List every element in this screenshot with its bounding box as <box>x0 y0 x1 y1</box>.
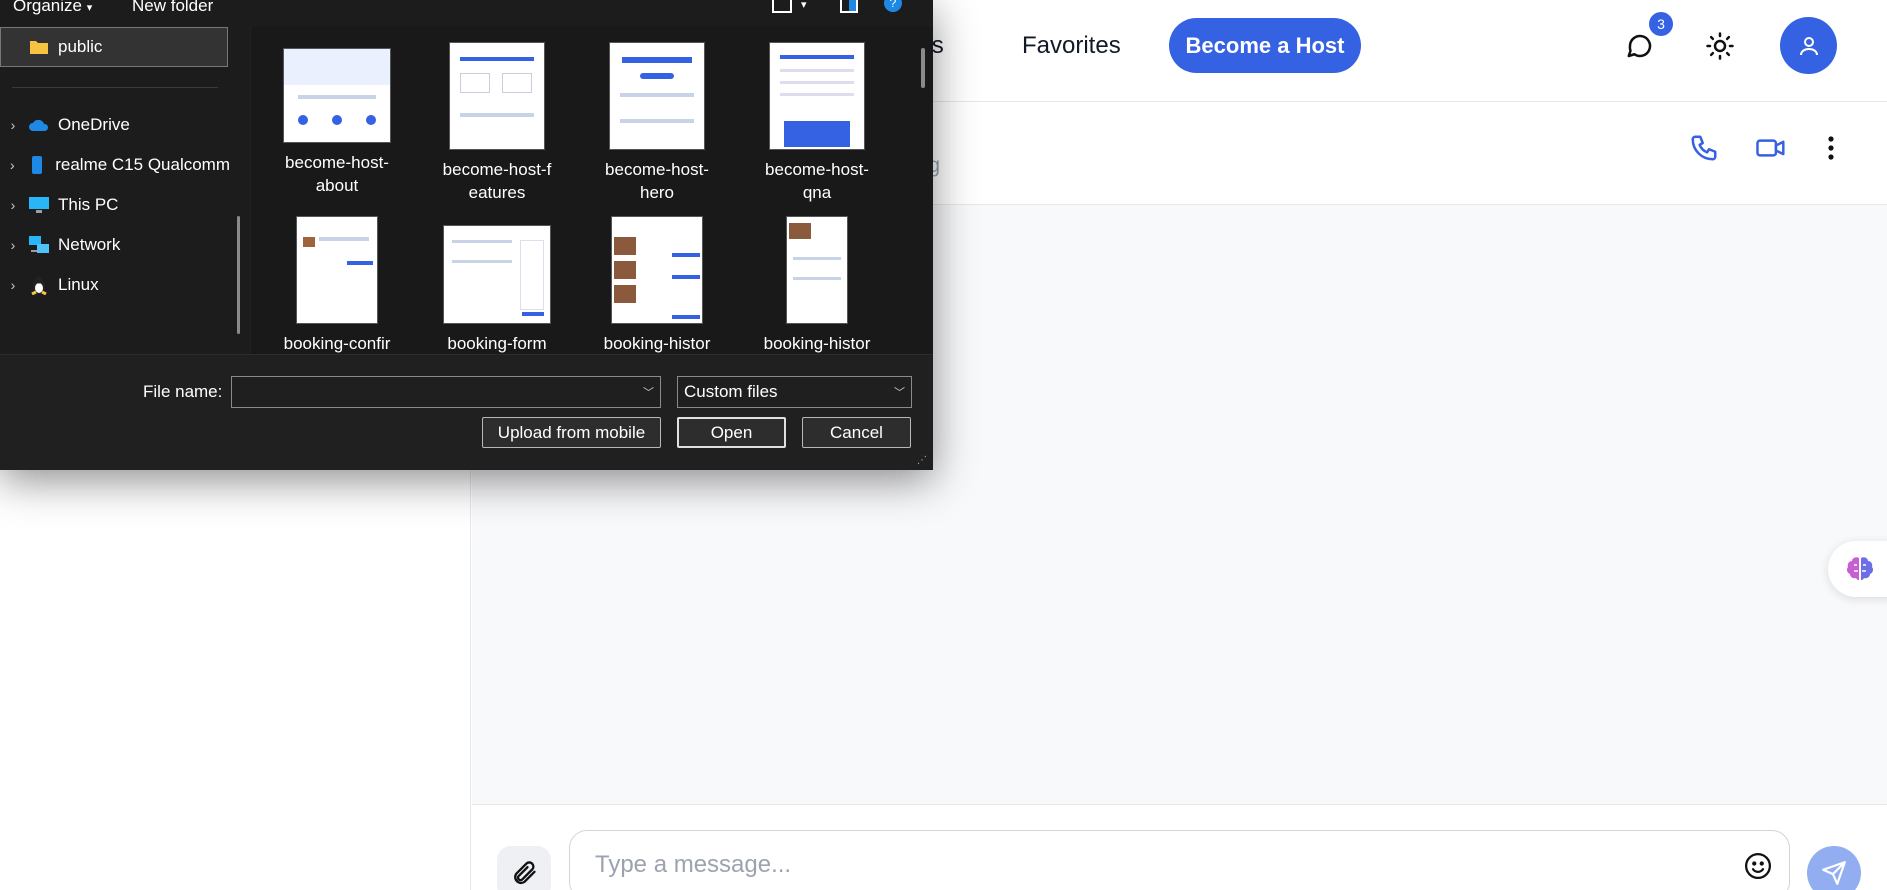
nav-link-favorites[interactable]: Favorites <box>1022 32 1121 60</box>
video-call-icon[interactable] <box>1751 128 1791 168</box>
attach-button[interactable] <box>497 846 551 890</box>
cloud-icon <box>26 118 52 132</box>
file-thumbnail <box>296 216 378 324</box>
phone-icon <box>25 155 50 175</box>
message-input[interactable] <box>569 830 1790 890</box>
file-name-cont: eatures <box>468 183 526 202</box>
emoji-icon[interactable] <box>1740 848 1776 884</box>
chevron-right-icon[interactable]: › <box>0 157 25 173</box>
chevron-right-icon[interactable]: › <box>0 117 26 133</box>
file-name-cont: qna <box>802 183 832 202</box>
file-thumbnail <box>443 225 551 324</box>
nav-divider <box>12 87 218 88</box>
nav-item-this-pc[interactable]: › This PC <box>0 188 230 222</box>
organize-label: Organize <box>13 0 82 15</box>
open-button[interactable]: Open <box>677 417 786 448</box>
dialog-footer <box>0 354 933 470</box>
organize-menu[interactable]: Organize ▾ <box>13 0 92 16</box>
file-item[interactable]: become-host- qna <box>742 42 892 204</box>
file-name: booking-confir <box>283 334 391 353</box>
phone-call-icon[interactable] <box>1684 128 1724 168</box>
nav-scrollbar[interactable] <box>237 216 240 334</box>
dialog-toolbar: Organize ▾ New folder ▾ ? <box>0 0 933 26</box>
sun-icon[interactable] <box>1702 28 1738 64</box>
brain-icon <box>1846 557 1874 580</box>
chevron-right-icon[interactable]: › <box>0 277 26 293</box>
view-dropdown-icon[interactable]: ▾ <box>801 0 807 11</box>
linux-icon <box>26 275 52 295</box>
file-name: become-host- <box>765 160 869 179</box>
chevron-down-icon[interactable]: ﹀ <box>643 384 654 400</box>
file-type-value: Custom files <box>684 382 778 401</box>
upload-from-mobile-button[interactable]: Upload from mobile <box>482 417 661 448</box>
nav-item-label: Linux <box>58 275 99 294</box>
file-thumbnail <box>449 42 545 150</box>
nav-item-label: public <box>58 37 103 56</box>
file-name: become-host- <box>605 160 709 179</box>
file-thumbnail <box>611 216 703 324</box>
file-thumbnail <box>609 42 705 150</box>
nav-item-label: realme C15 Qualcomm <box>55 155 230 174</box>
nav-item-label: This PC <box>58 195 119 214</box>
files-scrollbar[interactable] <box>921 48 925 88</box>
preview-pane-icon[interactable] <box>840 0 858 13</box>
cancel-button[interactable]: Cancel <box>802 417 911 448</box>
chevron-right-icon[interactable]: › <box>0 197 26 213</box>
nav-item-public[interactable]: public <box>0 30 230 64</box>
file-item[interactable]: booking-form <box>422 225 572 354</box>
nav-item-label: OneDrive <box>58 115 130 134</box>
network-icon <box>26 235 52 255</box>
pc-icon <box>26 196 52 214</box>
ai-assistant-button[interactable] <box>1828 541 1887 597</box>
nav-item-onedrive[interactable]: › OneDrive <box>0 108 230 142</box>
more-options-icon[interactable] <box>1816 128 1846 168</box>
chevron-right-icon[interactable]: › <box>0 237 26 253</box>
file-open-dialog: Organize ▾ New folder ▾ ? public › OneDr… <box>0 0 933 470</box>
file-item[interactable]: become-host- hero <box>582 42 732 204</box>
nav-item-realme[interactable]: › realme C15 Qualcomm <box>0 148 230 182</box>
file-item[interactable]: booking-histor <box>742 216 892 354</box>
send-icon <box>1822 861 1846 885</box>
file-item[interactable]: booking-histor <box>582 216 732 354</box>
help-icon[interactable]: ? <box>884 0 902 12</box>
file-type-select[interactable]: Custom files ﹀ <box>677 376 912 408</box>
file-name-label: File name: <box>143 382 223 401</box>
files-pane: become-host- about become-host-f eatures… <box>251 26 933 354</box>
view-mode-icon[interactable] <box>772 0 792 13</box>
chevron-down-icon: ﹀ <box>894 387 905 399</box>
navigation-pane: public › OneDrive › realme C15 Qualcomm … <box>0 26 250 354</box>
file-name: booking-form <box>447 334 547 353</box>
file-name: become-host-f <box>442 160 552 179</box>
nav-item-network[interactable]: › Network <box>0 228 230 262</box>
resize-grip-icon[interactable]: ⋰ <box>917 455 927 466</box>
file-name: booking-histor <box>603 334 711 353</box>
become-host-button[interactable]: Become a Host <box>1169 18 1361 73</box>
new-folder-button[interactable]: New folder <box>132 0 213 16</box>
file-thumbnail <box>786 216 848 324</box>
messages-badge: 3 <box>1649 12 1673 36</box>
file-thumbnail <box>769 42 865 150</box>
file-name: booking-histor <box>763 334 871 353</box>
file-item[interactable]: booking-confir <box>262 216 412 354</box>
file-item[interactable]: become-host-f eatures <box>422 42 572 204</box>
user-avatar[interactable] <box>1780 17 1837 74</box>
user-icon <box>1799 36 1818 55</box>
file-name-combobox[interactable]: ﹀ <box>231 376 661 408</box>
file-name: become-host- <box>285 153 389 172</box>
file-thumbnail <box>283 48 391 143</box>
caret-down-icon: ▾ <box>86 2 93 14</box>
file-name-cont: hero <box>639 183 675 202</box>
paperclip-icon <box>514 861 536 885</box>
file-item[interactable]: become-host- about <box>262 48 412 197</box>
nav-item-linux[interactable]: › Linux <box>0 268 230 302</box>
file-name-cont: about <box>315 176 359 195</box>
nav-item-label: Network <box>58 235 121 254</box>
folder-icon <box>26 39 52 55</box>
